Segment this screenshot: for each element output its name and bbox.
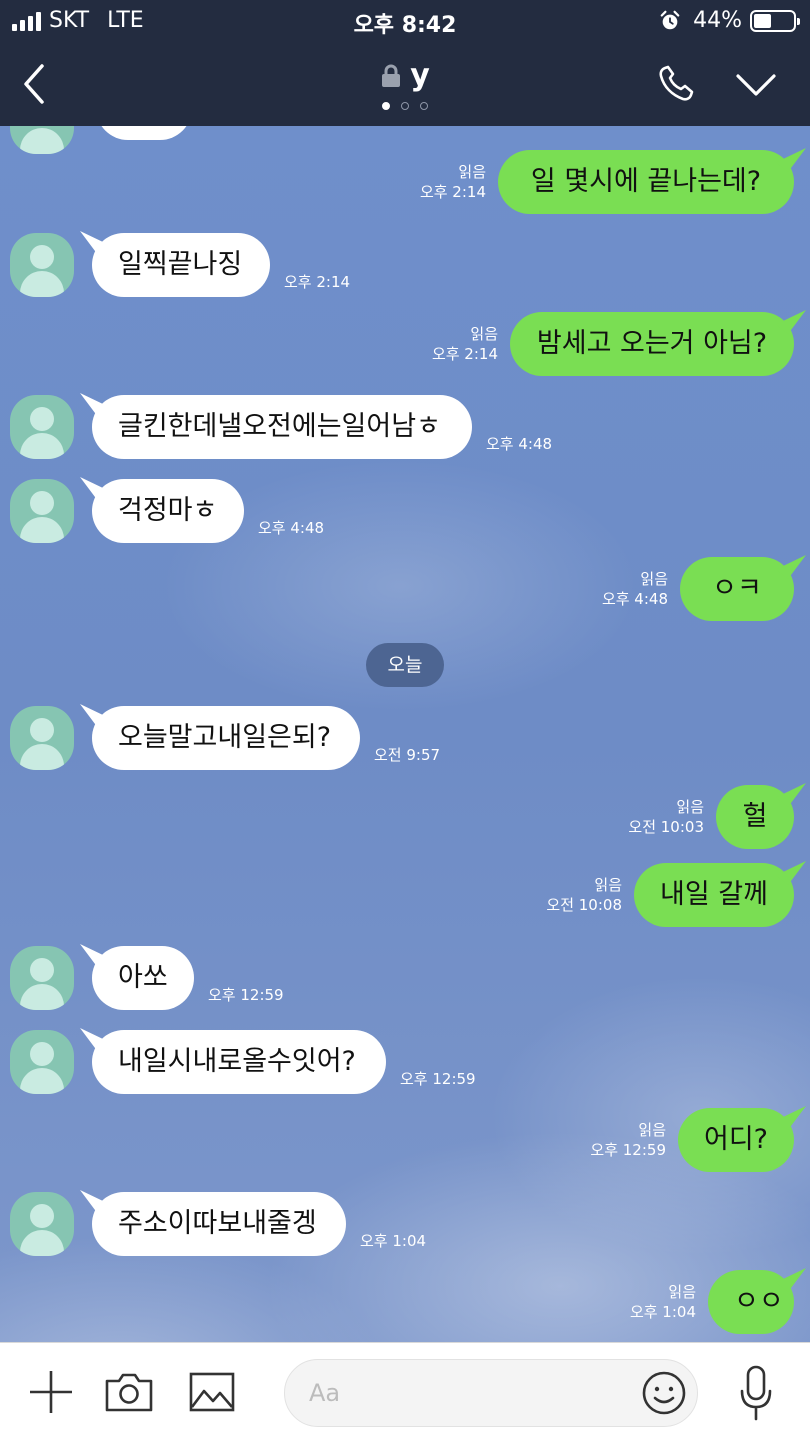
page-dot xyxy=(382,102,390,110)
microphone-icon[interactable] xyxy=(738,1365,774,1421)
message-meta: 읽음오후 4:48 xyxy=(602,569,668,609)
chat-header: y xyxy=(0,42,810,126)
read-receipt: 읽음 xyxy=(640,570,668,588)
status-bar: SKT LTE 오후 8:42 44% xyxy=(0,0,810,42)
incoming-message-bubble[interactable]: 아쏘 xyxy=(92,946,194,1010)
plus-icon[interactable] xyxy=(28,1369,74,1415)
message-time: 오후 12:59 xyxy=(400,1070,476,1088)
message-meta: 읽음오후 12:59 xyxy=(590,1120,666,1160)
avatar[interactable] xyxy=(10,1030,74,1094)
battery-icon xyxy=(750,9,800,32)
read-receipt: 읽음 xyxy=(676,798,704,816)
image-icon[interactable] xyxy=(188,1371,236,1413)
avatar[interactable] xyxy=(10,233,74,297)
outgoing-message-bubble[interactable]: 헐 xyxy=(716,785,794,849)
message-time: 오전 9:57 xyxy=(374,746,441,764)
input-bar xyxy=(0,1342,810,1440)
message-meta: 읽음오후 2:14 xyxy=(432,324,498,364)
message-time: 오전 10:03 xyxy=(628,818,704,836)
incoming-message-bubble[interactable]: 일찍끝나징 xyxy=(92,233,270,297)
message-time: 오후 1:04 xyxy=(360,1232,427,1250)
partial-message-bubble xyxy=(96,126,192,140)
incoming-message-bubble[interactable]: 내일시내로올수잇어? xyxy=(92,1030,386,1094)
outgoing-message-bubble[interactable]: ㅇㅋ xyxy=(680,557,794,621)
battery-percent: 44% xyxy=(693,8,742,33)
avatar[interactable] xyxy=(10,395,74,459)
page-dot xyxy=(401,102,409,110)
message-time: 오후 2:14 xyxy=(431,345,498,363)
read-receipt: 읽음 xyxy=(638,1121,666,1139)
incoming-message-bubble[interactable]: 걱정마ㅎ xyxy=(92,479,244,543)
menu-chevron-button[interactable] xyxy=(734,70,778,100)
incoming-message-bubble[interactable]: 주소이따보내줄겡 xyxy=(92,1192,346,1256)
read-receipt: 읽음 xyxy=(470,325,498,343)
read-receipt: 읽음 xyxy=(594,876,622,894)
chat-title[interactable]: y xyxy=(410,58,430,93)
incoming-message-bubble[interactable]: 오늘말고내일은되? xyxy=(92,706,360,770)
page-dot xyxy=(420,102,428,110)
message-meta: 읽음오후 2:14 xyxy=(420,162,486,202)
outgoing-message-bubble[interactable]: 일 몇시에 끝나는데? xyxy=(498,150,794,214)
avatar[interactable] xyxy=(10,126,74,154)
message-meta: 읽음오전 10:08 xyxy=(546,875,622,915)
avatar[interactable] xyxy=(10,1192,74,1256)
date-chip: 오늘 xyxy=(366,643,444,687)
battery-fill xyxy=(754,13,771,28)
message-meta: 읽음오후 1:04 xyxy=(630,1282,696,1322)
camera-icon[interactable] xyxy=(104,1371,154,1413)
message-time: 오후 4:48 xyxy=(486,435,553,453)
alarm-icon xyxy=(660,10,680,29)
message-input[interactable] xyxy=(284,1359,698,1427)
chat-area[interactable]: 일 몇시에 끝나는데? 읽음 오후 2:14 일찍끝나징 오후 2:14 밤세고 오는거 … xyxy=(0,126,810,1342)
incoming-message-bubble[interactable]: 글킨한데낼오전에는일어남ㅎ xyxy=(92,395,472,459)
outgoing-message-bubble[interactable]: 밤세고 오는거 아님? xyxy=(510,312,794,376)
outgoing-message-bubble[interactable]: 어디? xyxy=(678,1108,794,1172)
message-time: 오후 12:59 xyxy=(208,986,284,1004)
message-time: 오후 12:59 xyxy=(590,1141,666,1159)
call-button[interactable] xyxy=(656,62,696,106)
message-time: 오후 4:48 xyxy=(258,519,325,537)
avatar[interactable] xyxy=(10,479,74,543)
smiley-icon[interactable] xyxy=(640,1369,688,1417)
outgoing-message-bubble[interactable]: ㅇㅇ xyxy=(708,1270,794,1334)
message-time: 오후 2:14 xyxy=(284,273,351,291)
message-meta: 읽음오전 10:03 xyxy=(628,797,704,837)
outgoing-message-bubble[interactable]: 내일 갈께 xyxy=(634,863,794,927)
read-receipt: 읽음 xyxy=(668,1283,696,1301)
message-time: 오후 4:48 xyxy=(601,590,668,608)
message-time: 오후 2:14 xyxy=(419,183,486,201)
read-receipt: 읽음 xyxy=(458,163,486,181)
avatar[interactable] xyxy=(10,946,74,1010)
avatar[interactable] xyxy=(10,706,74,770)
message-time: 오후 1:04 xyxy=(629,1303,696,1321)
message-time: 오전 10:08 xyxy=(546,896,622,914)
lock-icon xyxy=(382,64,401,87)
